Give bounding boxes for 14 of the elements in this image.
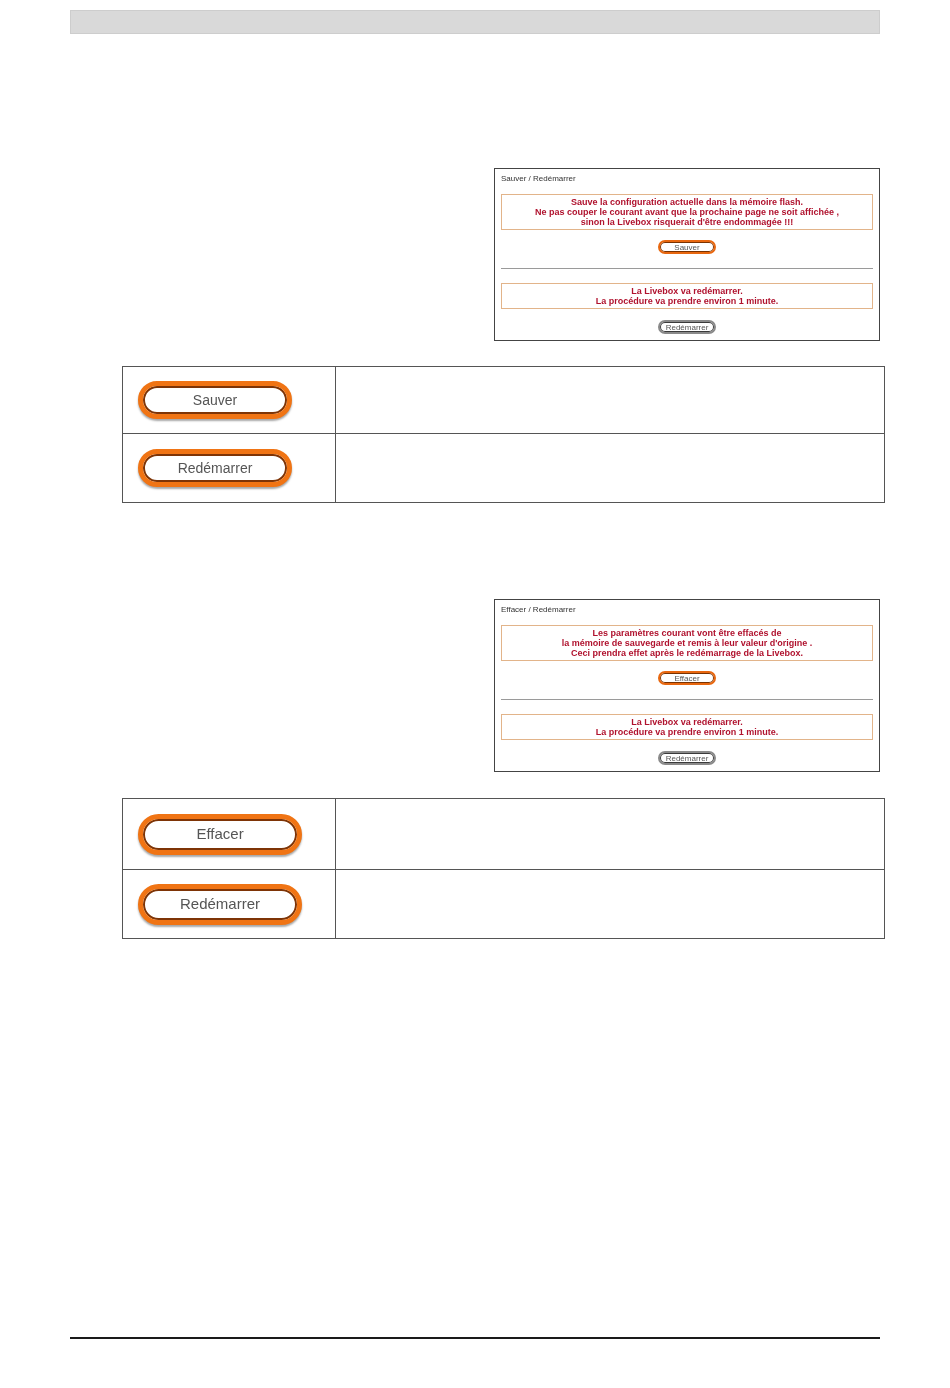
panel-button[interactable]: Sauver (658, 240, 716, 254)
warning-text: Les paramètres courant vont être effacés de la mémoire de sauvegarde et remis à leur valeur d'origine . Ceci prendra effet après le redémarrage de la Livebox. (561, 628, 813, 658)
warning-text: Sauve la configuration actuelle dans la mémoire flash. Ne pas couper le courant avant que la prochaine page ne soit affichée , sinon la Livebox risquerait d'être endommagée !!! (534, 197, 840, 227)
warning-text: La Livebox va redémarrer. La procédure va prendre environ 1 minute. (595, 286, 779, 306)
action-button[interactable]: Sauver (138, 381, 292, 419)
panel-button[interactable]: Redémarrer (658, 751, 716, 765)
panel-button[interactable]: Effacer (658, 671, 716, 685)
warning-text: La Livebox va redémarrer. La procédure va prendre environ 1 minute. (595, 717, 779, 737)
action-button[interactable]: Redémarrer (138, 883, 302, 925)
action-button[interactable]: Redémarrer (138, 449, 292, 487)
panel-title: Effacer / Redémarrer (501, 605, 576, 615)
action-button[interactable]: Effacer (138, 813, 302, 855)
panel-button[interactable]: Redémarrer (658, 320, 716, 334)
panel-title: Sauver / Redémarrer (501, 174, 576, 184)
